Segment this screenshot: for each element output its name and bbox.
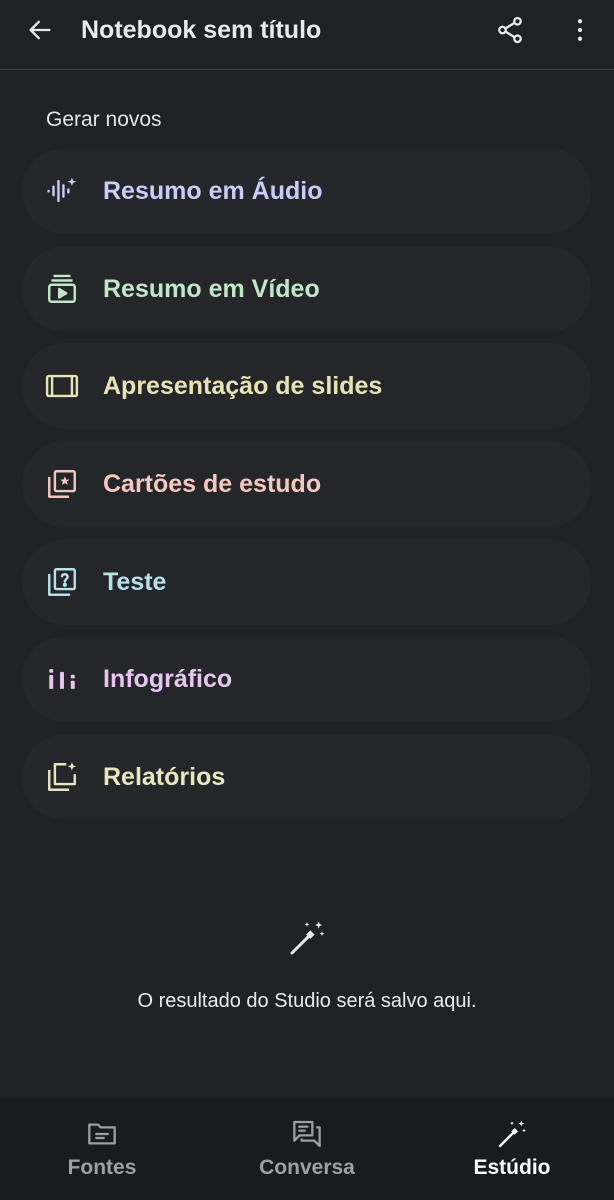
quiz-button[interactable]: Teste — [22, 538, 591, 625]
more-vert-icon — [577, 19, 583, 41]
infographic-icon — [44, 661, 80, 697]
share-button[interactable] — [488, 8, 532, 52]
bottom-navigation: Fontes Conversa Estúdio — [0, 1099, 614, 1200]
nav-label: Estúdio — [473, 1156, 551, 1179]
item-label: Resumo em Áudio — [103, 177, 323, 205]
flashcards-button[interactable]: Cartões de estudo — [22, 441, 591, 528]
audio-waveform-icon — [44, 173, 80, 209]
nav-sources[interactable]: Fontes — [0, 1099, 204, 1200]
item-label: Infográfico — [103, 665, 233, 694]
back-button[interactable] — [18, 8, 62, 52]
quiz-icon — [44, 564, 80, 600]
item-label: Cartões de estudo — [103, 470, 322, 499]
flashcards-icon — [44, 466, 80, 502]
share-icon — [498, 16, 522, 44]
reports-icon — [44, 759, 80, 795]
page-title: Notebook sem título — [81, 16, 322, 44]
video-summary-icon — [44, 271, 80, 307]
empty-state-message: O resultado do Studio será salvo aqui. — [137, 990, 477, 1012]
nav-chat[interactable]: Conversa — [205, 1099, 409, 1200]
studio-options-list: Resumo em Áudio Resumo em Vídeo Apresent… — [22, 148, 591, 832]
item-label: Resumo em Vídeo — [103, 274, 320, 303]
arrow-left-icon — [29, 20, 51, 40]
section-label: Gerar novos — [46, 108, 162, 131]
more-options-button[interactable] — [558, 8, 602, 52]
top-app-bar: Notebook sem título — [0, 0, 614, 70]
folder-icon — [85, 1117, 119, 1151]
video-summary-button[interactable]: Resumo em Vídeo — [22, 245, 591, 332]
infographic-button[interactable]: Infográfico — [22, 636, 591, 723]
nav-studio[interactable]: Estúdio — [410, 1099, 614, 1200]
chat-icon — [290, 1117, 324, 1151]
magic-wand-icon — [290, 921, 325, 955]
reports-button[interactable]: Relatórios — [22, 734, 591, 821]
nav-label: Conversa — [259, 1156, 355, 1179]
slides-icon — [44, 368, 80, 404]
slides-button[interactable]: Apresentação de slides — [22, 343, 591, 430]
empty-state: O resultado do Studio será salvo aqui. — [0, 918, 614, 1012]
item-label: Teste — [103, 567, 167, 596]
item-label: Relatórios — [103, 763, 226, 792]
magic-wand-icon — [495, 1117, 529, 1151]
item-label: Apresentação de slides — [103, 372, 383, 401]
audio-summary-button[interactable]: Resumo em Áudio — [22, 148, 591, 234]
nav-label: Fontes — [67, 1156, 137, 1179]
